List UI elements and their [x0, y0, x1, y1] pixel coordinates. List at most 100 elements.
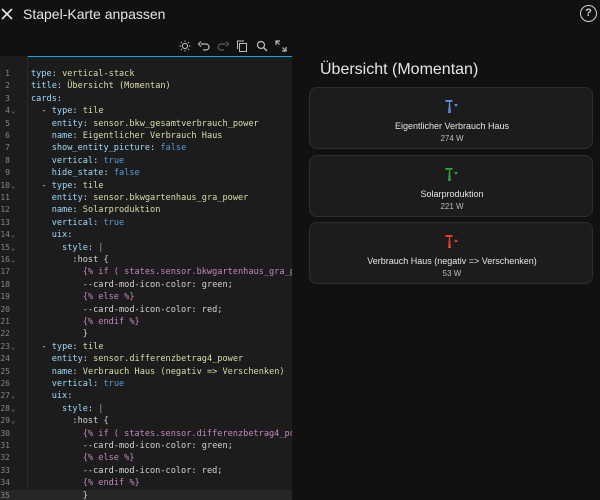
code-line[interactable]: 1 type: vertical-stack: [0, 68, 292, 80]
line-number: 20: [0, 304, 10, 314]
line-number: 5: [5, 118, 10, 128]
copy-icon[interactable]: [235, 39, 249, 53]
code-text: vertical: true: [51, 217, 125, 228]
line-number: 14: [0, 230, 10, 240]
editor-toolbar: [0, 38, 292, 55]
code-line[interactable]: 20 --card-mod-icon-color: red;: [0, 304, 292, 316]
code-line[interactable]: 31 --card-mod-icon-color: green;: [0, 440, 292, 452]
code-line[interactable]: 35 }: [0, 489, 292, 500]
code-text: {% if ( states.sensor.bkwgartenhaus_gra_…: [82, 267, 292, 278]
fold-chevron-icon[interactable]: ⌄: [11, 403, 21, 415]
line-number: 24: [0, 354, 10, 364]
code-line[interactable]: 18 --card-mod-icon-color: green;: [0, 279, 292, 291]
code-line[interactable]: 7 show_entity_picture: false: [0, 142, 292, 154]
line-number: 2: [5, 81, 10, 91]
fold-chevron-icon[interactable]: ⌄: [11, 242, 21, 254]
code-text: type: vertical-stack: [31, 69, 135, 79]
code-text: name: Solarproduktion: [51, 205, 161, 216]
code-text: title: Übersicht (Momentan): [31, 81, 171, 92]
line-number: 26: [0, 379, 10, 388]
tile-name: Eigentlicher Verbrauch Haus: [394, 121, 510, 131]
code-text: uix:: [51, 391, 73, 402]
tile-name: Solarproduktion: [420, 189, 484, 199]
dialog-title: Stapel-Karte anpassen: [23, 6, 166, 22]
tile-card-eigentlicher-verbrauch[interactable]: Eigentlicher Verbrauch Haus 274 W: [309, 87, 593, 149]
code-text: cards:: [31, 93, 63, 104]
line-number: 27: [0, 391, 10, 401]
code-text: entity: sensor.differenzbetrag4_power: [51, 354, 244, 365]
code-text: --card-mod-icon-color: red;: [82, 304, 223, 315]
code-line[interactable]: 17 {% if ( states.sensor.bkwgartenhaus_g…: [0, 266, 292, 278]
fold-chevron-icon[interactable]: ⌄: [11, 390, 21, 402]
code-line[interactable]: 28 ⌄ style: |: [0, 403, 292, 415]
fold-chevron-icon[interactable]: ⌄: [11, 229, 21, 241]
code-line[interactable]: 4 ⌄ - type: tile: [0, 105, 292, 117]
code-line[interactable]: 9 hide_state: false: [0, 167, 292, 179]
code-text: }: [31, 329, 88, 340]
search-icon[interactable]: [255, 39, 269, 53]
code-text: --card-mod-icon-color: green;: [82, 279, 233, 290]
fold-chevron-icon[interactable]: ⌄: [11, 105, 21, 117]
line-number: 15: [0, 242, 10, 252]
code-line[interactable]: 8 vertical: true: [0, 155, 292, 167]
fold-chevron-icon[interactable]: ⌄: [11, 415, 21, 427]
code-line[interactable]: 3 cards:: [0, 93, 292, 105]
code-line[interactable]: 2 title: Übersicht (Momentan): [0, 80, 292, 92]
fold-chevron-icon[interactable]: ⌄: [11, 180, 21, 192]
tile-state: 221 W: [440, 202, 464, 211]
line-number: 9: [5, 168, 10, 178]
code-line[interactable]: 24 entity: sensor.differenzbetrag4_power: [0, 353, 292, 365]
code-line[interactable]: 19 {% else %}: [0, 291, 292, 303]
line-number: 7: [5, 143, 10, 153]
line-number: 25: [0, 366, 10, 376]
tile-card-verbrauch-haus-negativ[interactable]: Verbrauch Haus (negativ => Verschenken) …: [309, 222, 593, 284]
line-number: 30: [0, 428, 10, 438]
line-number: 35: [0, 490, 10, 500]
tile-card-solarproduktion[interactable]: Solarproduktion 221 W: [309, 155, 593, 217]
code-text: show_entity_picture: false: [51, 143, 187, 154]
code-line[interactable]: 11 entity: sensor.bkwgartenhaus_gra_powe…: [0, 192, 292, 204]
code-line[interactable]: 22 }: [0, 328, 292, 340]
help-circle-icon[interactable]: ?: [580, 5, 597, 22]
close-icon[interactable]: [0, 4, 14, 24]
lightbulb-icon[interactable]: [178, 39, 192, 53]
code-line[interactable]: 6 name: Eigentlicher Verbrauch Haus: [0, 130, 292, 142]
fold-chevron-icon[interactable]: ⌄: [11, 254, 21, 266]
line-number: 18: [0, 279, 10, 289]
code-text: style: |: [62, 403, 104, 414]
code-text: vertical: true: [51, 379, 125, 389]
code-line[interactable]: 25 name: Verbrauch Haus (negativ => Vers…: [0, 366, 292, 378]
code-line[interactable]: 32 {% else %}: [0, 452, 292, 464]
code-line[interactable]: 14 ⌄ uix:: [0, 229, 292, 241]
code-line[interactable]: 34 {% endif %}: [0, 477, 292, 489]
line-number: 23: [0, 341, 10, 351]
code-line[interactable]: 33 --card-mod-icon-color: red;: [0, 465, 292, 477]
line-number: 29: [0, 416, 10, 426]
code-text: name: Verbrauch Haus (negativ => Versche…: [51, 366, 285, 377]
code-line[interactable]: 29 ⌄ :host {: [0, 415, 292, 427]
transmission-tower-import-icon: [441, 165, 461, 183]
line-number: 11: [0, 193, 10, 202]
redo-icon[interactable]: [216, 39, 230, 53]
code-editor[interactable]: 1 type: vertical-stack 2 title: Übersicht (…: [0, 56, 292, 500]
code-line[interactable]: 16 ⌄ :host {: [0, 254, 292, 266]
code-line[interactable]: 21 {% endif %}: [0, 316, 292, 328]
undo-icon[interactable]: [197, 39, 211, 53]
code-line[interactable]: 27 ⌄ uix:: [0, 390, 292, 402]
code-line[interactable]: 26 vertical: true: [0, 378, 292, 390]
code-line[interactable]: 10 ⌄ - type: tile: [0, 180, 292, 192]
code-text: uix:: [51, 230, 73, 241]
code-line[interactable]: 13 vertical: true: [0, 217, 292, 229]
fold-chevron-icon[interactable]: ⌄: [11, 341, 21, 353]
code-line[interactable]: 30 {% if ( states.sensor.differenzbetrag…: [0, 428, 292, 440]
code-line[interactable]: 5 entity: sensor.bkw_gesamtverbrauch_pow…: [0, 118, 292, 130]
code-text: style: |: [62, 242, 104, 253]
fullscreen-icon[interactable]: [274, 39, 288, 53]
code-text: hide_state: false: [51, 168, 140, 179]
code-line[interactable]: 23 ⌄ - type: tile: [0, 341, 292, 353]
line-number: 16: [0, 255, 10, 264]
code-text: entity: sensor.bkw_gesamtverbrauch_power: [51, 118, 259, 129]
code-line[interactable]: 12 name: Solarproduktion: [0, 204, 292, 216]
code-text: :host {: [72, 416, 109, 427]
code-line[interactable]: 15 ⌄ style: |: [0, 242, 292, 254]
